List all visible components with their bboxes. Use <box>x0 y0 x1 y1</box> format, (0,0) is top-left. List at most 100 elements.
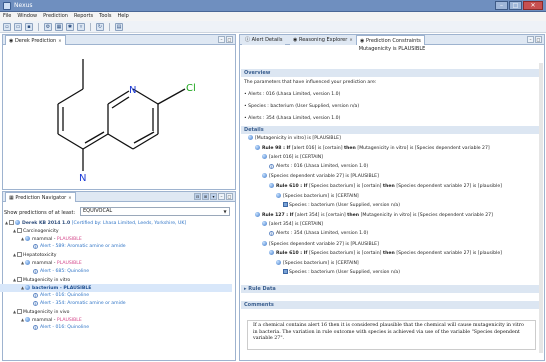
reasoning-row[interactable]: [Species dependent variable 27] is [PLAU… <box>262 173 379 180</box>
tree-label: mammal - <box>32 318 57 324</box>
menu-tools[interactable]: Tools <box>99 12 111 21</box>
reasoning-text: [Species dependent variable 27] is [PLAU… <box>269 241 379 247</box>
reasoning-text: [Species bacterium] is [CERTAIN] <box>283 193 359 199</box>
maximize-button[interactable]: □ <box>509 1 522 10</box>
tree-row[interactable]: i Alert - 685: Quinoline <box>0 268 232 276</box>
tree-label: Hepatotoxicity <box>23 253 57 259</box>
tree-row[interactable]: ▲ mammal - PLAUSIBLE <box>0 259 232 267</box>
reasoning-text: [Mutagenicity in vitro] is [PLAUSIBLE] <box>255 136 341 141</box>
collapse-all-icon[interactable]: ⊟ <box>194 193 201 200</box>
tab-reasoning-explorer[interactable]: ◉ Reasoning Explorer ✕ <box>290 35 356 45</box>
checkbox[interactable] <box>17 228 22 234</box>
reasoning-row[interactable]: [alert 354] is [CERTAIN] <box>262 221 323 228</box>
alert-info-icon: i <box>33 300 38 306</box>
minimize-view-icon[interactable]: – <box>218 193 225 200</box>
tree-row[interactable]: i Alert - 354: Aromatic amine or amide <box>0 300 232 308</box>
close-button[interactable]: ✕ <box>523 1 543 10</box>
menu-file[interactable]: File <box>3 12 11 21</box>
tab-alert-details[interactable]: ⓘ Alert Details <box>242 35 286 45</box>
rule-data-header[interactable]: ▸ Rule Data <box>241 285 543 293</box>
checkbox[interactable] <box>17 309 22 315</box>
reasoning-row[interactable]: Species : bacterium (User Supplied, vers… <box>283 202 400 209</box>
tree-row[interactable]: i Alert - 016: Quinoline <box>0 324 232 332</box>
grid-icon[interactable]: ▦ <box>55 23 63 31</box>
close-tab-icon[interactable]: ✕ <box>349 37 352 42</box>
reasoning-row[interactable]: Rule 127 : If [alert 354] is [certain] t… <box>255 211 493 219</box>
alert-info-icon: i <box>33 325 38 331</box>
tree-label: mammal - <box>32 261 57 267</box>
alert-info-icon: i <box>33 292 38 298</box>
reasoning-row[interactable]: Rule 610 : If [Species bacterium] is [ce… <box>269 250 502 257</box>
tree-row[interactable]: ▲ Mutagenicity in vivo <box>0 308 232 316</box>
scrollbar[interactable] <box>539 63 543 353</box>
tree-label: Mutagenicity in vivo <box>23 310 70 316</box>
show-predictions-label: Show predictions of at least: <box>4 210 76 216</box>
close-tab-icon[interactable]: ✕ <box>68 195 71 200</box>
checkbox[interactable] <box>9 220 14 225</box>
tab-prediction-constraints[interactable]: ◉ Prediction Constraints <box>356 35 425 45</box>
reasoning-row[interactable]: [alert 016] is [CERTAIN] <box>262 154 323 161</box>
save-icon[interactable]: ▪ <box>25 23 33 31</box>
details-header[interactable]: Details <box>241 126 543 134</box>
settings-icon[interactable]: ⚙ <box>44 23 52 31</box>
reasoning-text: [alert 016] is [certain] <box>291 145 344 151</box>
overview-intro: The parameters that have influenced your… <box>244 80 377 85</box>
tree-row[interactable]: ▲ Hepatotoxicity <box>0 251 232 259</box>
tree-row[interactable]: ▲ Derek KB 2014 1.0 [Certified by: Lhasa … <box>0 219 232 227</box>
reasoning-row[interactable]: [Species dependent variable 27] is [PLAU… <box>262 240 379 248</box>
tab-derek-prediction[interactable]: ◉ Derek Prediction ✕ <box>5 35 66 45</box>
open-icon[interactable]: ▭ <box>14 23 22 31</box>
reasoning-row[interactable]: Rule 98 : If [alert 016] is [certain] th… <box>255 144 490 152</box>
reasoning-node-icon <box>262 240 267 246</box>
overview-bullet: • Species : bacterium (User Supplied, ve… <box>244 104 360 109</box>
tree-row[interactable]: i Alert - 016: Quinoline <box>0 292 232 300</box>
comments-header[interactable]: Comments <box>241 301 543 309</box>
minimize-view-icon[interactable]: – <box>527 36 534 43</box>
tree-label: Alert - 354: Aromatic amine or amide <box>40 300 126 306</box>
tree-label: Alert - 016: Quinoline <box>40 325 90 331</box>
reasoning-row[interactable]: i Alerts : 016 (Lhasa Limited, version 1.… <box>269 163 369 170</box>
tree-label: Carcinogenicity <box>23 229 59 235</box>
close-tab-icon[interactable]: ✕ <box>58 38 61 43</box>
overview-header[interactable]: Overview <box>241 69 543 77</box>
menu-window[interactable]: Window <box>17 12 37 21</box>
tab-prediction-navigator[interactable]: ▦ Prediction Navigator ✕ <box>5 192 76 202</box>
reasoning-text: Alerts : 016 (Lhasa Limited, version 1.0… <box>276 163 369 169</box>
tree-row[interactable]: ▲ bacterium - PLAUSIBLE <box>0 283 232 292</box>
maximize-view-icon[interactable]: □ <box>535 36 542 43</box>
tree-row[interactable]: ▲ mammal - PLAUSIBLE <box>0 235 232 243</box>
reasoning-row[interactable]: i Alerts : 354 (Lhasa Limited, version 1.… <box>269 231 368 237</box>
minimize-view-icon[interactable]: – <box>218 36 225 43</box>
filter-icon[interactable]: ▿ <box>77 23 85 31</box>
reasoning-text: [Mutagenicity in vitro] is [Species depe… <box>360 212 493 218</box>
new-icon[interactable]: ▫ <box>3 23 11 31</box>
reasoning-row[interactable]: Species : bacterium (User Supplied, vers… <box>283 269 400 276</box>
menu-bar: File Window Prediction Reports Tools Hel… <box>0 12 546 21</box>
checkbox[interactable] <box>17 276 22 282</box>
menu-prediction[interactable]: Prediction <box>43 12 68 21</box>
menu-help[interactable]: Help <box>117 12 128 21</box>
maximize-view-icon[interactable]: □ <box>226 193 233 200</box>
refresh-icon[interactable]: ↻ <box>96 23 104 31</box>
species-icon <box>283 269 288 275</box>
tree-row[interactable]: i Alert - 589: Aromatic amine or amide <box>0 243 232 251</box>
tree-row[interactable]: ▲ Carcinogenicity <box>0 227 232 235</box>
view-menu-icon[interactable]: ▾ <box>210 193 217 200</box>
maximize-view-icon[interactable]: □ <box>226 36 233 43</box>
expand-all-icon[interactable]: ⊞ <box>202 193 209 200</box>
reasoning-text: [Mutagenicity in vitro] is [Species depe… <box>357 145 490 151</box>
threshold-select[interactable]: EQUIVOCAL ▼ <box>80 207 230 216</box>
reasoning-row[interactable]: [Species bacterium] is [CERTAIN] <box>276 192 359 200</box>
menu-reports[interactable]: Reports <box>74 12 93 21</box>
report-icon[interactable]: ▤ <box>115 23 123 31</box>
reasoning-row[interactable]: Rule 610 : If [Species bacterium] is [ce… <box>269 183 502 190</box>
tree-row[interactable]: ▲ Mutagenicity in vitro <box>0 276 232 284</box>
tree-row[interactable]: ▲ mammal - PLAUSIBLE <box>0 316 232 324</box>
reasoning-row[interactable]: [Species bacterium] is [CERTAIN] <box>276 259 359 267</box>
minimize-button[interactable]: – <box>495 1 508 10</box>
chemical-structure[interactable]: N Cl N <box>43 59 203 199</box>
checkbox[interactable] <box>17 252 22 258</box>
tools-icon[interactable]: ✱ <box>66 23 74 31</box>
reasoning-row[interactable]: [Mutagenicity in vitro] is [PLAUSIBLE] <box>248 135 341 142</box>
alert-info-icon: i <box>269 231 274 236</box>
